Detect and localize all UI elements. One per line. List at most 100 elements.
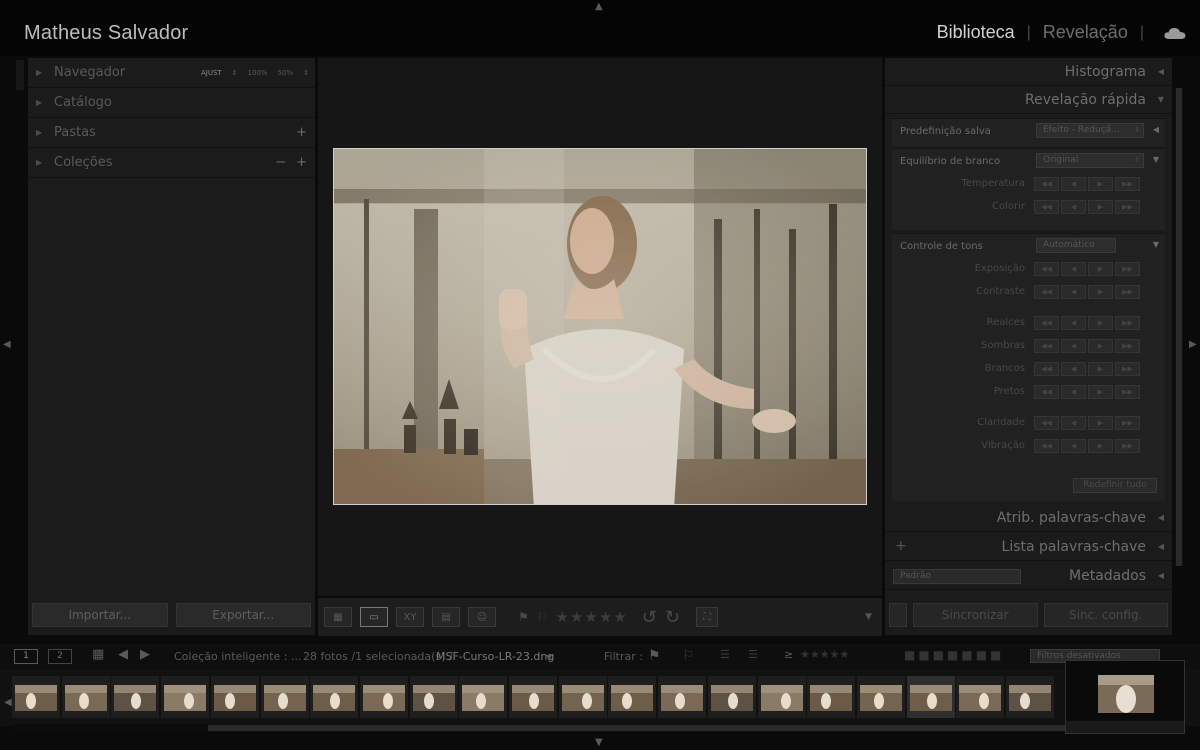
sync-button[interactable]: Sincronizar (913, 603, 1038, 627)
filmstrip-thumbnail[interactable] (1006, 676, 1054, 718)
filmstrip-left-arrow-icon[interactable]: ◀ (4, 698, 12, 708)
filename-dropdown-icon[interactable]: ▼ (546, 653, 552, 662)
increase-small-button[interactable]: ▶ (1088, 177, 1113, 191)
filmstrip-thumbnail[interactable] (12, 676, 60, 718)
decrease-small-button[interactable]: ◀ (1061, 200, 1086, 214)
compare-view-icon[interactable]: XY (396, 607, 424, 627)
increase-large-button[interactable]: ▶▶ (1115, 362, 1140, 376)
filmstrip-thumbnail[interactable] (608, 676, 657, 718)
survey-view-icon[interactable]: ▤ (432, 607, 460, 627)
decrease-small-button[interactable]: ◀ (1061, 439, 1086, 453)
left-scrollbar[interactable] (16, 60, 24, 90)
collapse-arrow-icon[interactable]: ◀ (1153, 125, 1159, 134)
decrease-large-button[interactable]: ◀◀ (1034, 177, 1059, 191)
loupe-view-icon[interactable]: ▭ (360, 607, 388, 627)
add-folder-icon[interactable]: + (296, 125, 307, 140)
import-button[interactable]: Importar... (32, 603, 168, 627)
rating-filter-stars[interactable]: ★★★★★ (800, 648, 849, 661)
folders-header[interactable]: ▶ Pastas + (28, 118, 315, 148)
rating-compare-icon[interactable]: ≥ (784, 648, 793, 661)
increase-large-button[interactable]: ▶▶ (1115, 439, 1140, 453)
saved-preset-select[interactable]: Efeito - Reduçã... ⇕ (1036, 123, 1144, 138)
main-photo[interactable] (333, 148, 867, 505)
main-window-button[interactable]: 1 (14, 649, 38, 664)
decrease-large-button[interactable]: ◀◀ (1034, 416, 1059, 430)
top-panel-toggle-icon[interactable]: ▲ (595, 2, 603, 12)
increase-large-button[interactable]: ▶▶ (1115, 200, 1140, 214)
color-label-filter[interactable]: ■■■■■■■ (904, 648, 1004, 662)
filmstrip-thumbnail[interactable] (509, 676, 557, 718)
decrease-small-button[interactable]: ◀ (1061, 262, 1086, 276)
people-view-icon[interactable]: ☺ (468, 607, 496, 627)
filmstrip-thumbnail[interactable] (956, 676, 1005, 718)
increase-large-button[interactable]: ▶▶ (1115, 177, 1140, 191)
decrease-large-button[interactable]: ◀◀ (1034, 285, 1059, 299)
decrease-small-button[interactable]: ◀ (1061, 316, 1086, 330)
module-develop[interactable]: Revelação (1043, 22, 1128, 43)
zoom-fit-option[interactable]: AJUST (201, 69, 222, 77)
decrease-large-button[interactable]: ◀◀ (1034, 316, 1059, 330)
right-scrollbar-thumb[interactable] (1176, 88, 1182, 566)
filmstrip-thumbnail[interactable] (807, 676, 856, 718)
remove-collection-icon[interactable]: − (275, 155, 286, 170)
increase-small-button[interactable]: ▶ (1088, 339, 1113, 353)
increase-small-button[interactable]: ▶ (1088, 316, 1113, 330)
filmstrip-thumbnail[interactable] (707, 676, 756, 718)
decrease-large-button[interactable]: ◀◀ (1034, 339, 1059, 353)
increase-small-button[interactable]: ▶ (1088, 285, 1113, 299)
metadata-header[interactable]: Padrão Metadados ◀ (885, 562, 1172, 590)
decrease-small-button[interactable]: ◀ (1061, 177, 1086, 191)
increase-small-button[interactable]: ▶ (1088, 385, 1113, 399)
filmstrip-thumbnail-selected[interactable] (906, 676, 955, 718)
decrease-small-button[interactable]: ◀ (1061, 385, 1086, 399)
filmstrip-thumbnail[interactable] (459, 676, 508, 718)
filmstrip-thumbnail[interactable] (658, 676, 707, 718)
filmstrip-thumbnail[interactable] (260, 676, 309, 718)
grid-view-icon[interactable]: ▦ (92, 647, 104, 662)
filmstrip-thumbnail[interactable] (61, 676, 110, 718)
filmstrip-scroll-thumb[interactable] (208, 725, 1078, 731)
increase-small-button[interactable]: ▶ (1088, 362, 1113, 376)
keyword-list-header[interactable]: + Lista palavras-chave ◀ (885, 533, 1172, 561)
selected-filename[interactable]: MSF-Curso-LR-23.dng (436, 650, 554, 663)
decrease-large-button[interactable]: ◀◀ (1034, 385, 1059, 399)
module-library[interactable]: Biblioteca (937, 22, 1015, 43)
filmstrip-scrollbar[interactable] (12, 724, 1188, 732)
filmstrip-thumbnail[interactable] (210, 676, 259, 718)
flag-pick-icon[interactable]: ⚑ (518, 610, 529, 624)
edit-filter-icon[interactable]: ☰ (748, 648, 758, 661)
add-collection-icon[interactable]: + (296, 155, 307, 170)
rotate-right-icon[interactable]: ↻ (665, 607, 680, 628)
expand-arrow-icon[interactable]: ▼ (1153, 155, 1159, 164)
source-path[interactable]: Coleção inteligente : ... (174, 650, 301, 663)
decrease-small-button[interactable]: ◀ (1061, 416, 1086, 430)
sync-settings-button[interactable]: Sinc. config. (1043, 603, 1168, 627)
increase-large-button[interactable]: ▶▶ (1115, 416, 1140, 430)
navigator-header[interactable]: ▶ Navegador AJUST ⇕ 100% 50% ⇕ (28, 58, 315, 88)
increase-small-button[interactable]: ▶ (1088, 439, 1113, 453)
decrease-small-button[interactable]: ◀ (1061, 285, 1086, 299)
metadata-preset-select[interactable]: Padrão (893, 569, 1021, 584)
decrease-large-button[interactable]: ◀◀ (1034, 262, 1059, 276)
increase-small-button[interactable]: ▶ (1088, 416, 1113, 430)
auto-tone-button[interactable]: Automático (1036, 238, 1116, 253)
left-panel-toggle-icon[interactable]: ◀ (3, 340, 11, 350)
back-arrow-icon[interactable]: ◀ (118, 647, 128, 662)
reset-all-button[interactable]: Redefinir tudo (1073, 478, 1157, 493)
histogram-header[interactable]: Histograma ◀ (885, 58, 1172, 86)
decrease-large-button[interactable]: ◀◀ (1034, 439, 1059, 453)
filmstrip-thumbnail[interactable] (558, 676, 607, 718)
increase-large-button[interactable]: ▶▶ (1115, 316, 1140, 330)
filmstrip-thumbnail[interactable] (161, 676, 210, 718)
crop-overlay-icon[interactable]: ⛶ (695, 607, 718, 627)
increase-large-button[interactable]: ▶▶ (1115, 339, 1140, 353)
filmstrip-thumbnail[interactable] (409, 676, 458, 718)
decrease-large-button[interactable]: ◀◀ (1034, 200, 1059, 214)
second-window-button[interactable]: 2 (48, 649, 72, 664)
increase-small-button[interactable]: ▶ (1088, 200, 1113, 214)
forward-arrow-icon[interactable]: ▶ (140, 647, 150, 662)
right-panel-toggle-icon[interactable]: ▶ (1189, 340, 1197, 350)
decrease-small-button[interactable]: ◀ (1061, 362, 1086, 376)
sync-toggle-switch[interactable] (889, 603, 907, 627)
filmstrip-thumbnail[interactable] (111, 676, 160, 718)
